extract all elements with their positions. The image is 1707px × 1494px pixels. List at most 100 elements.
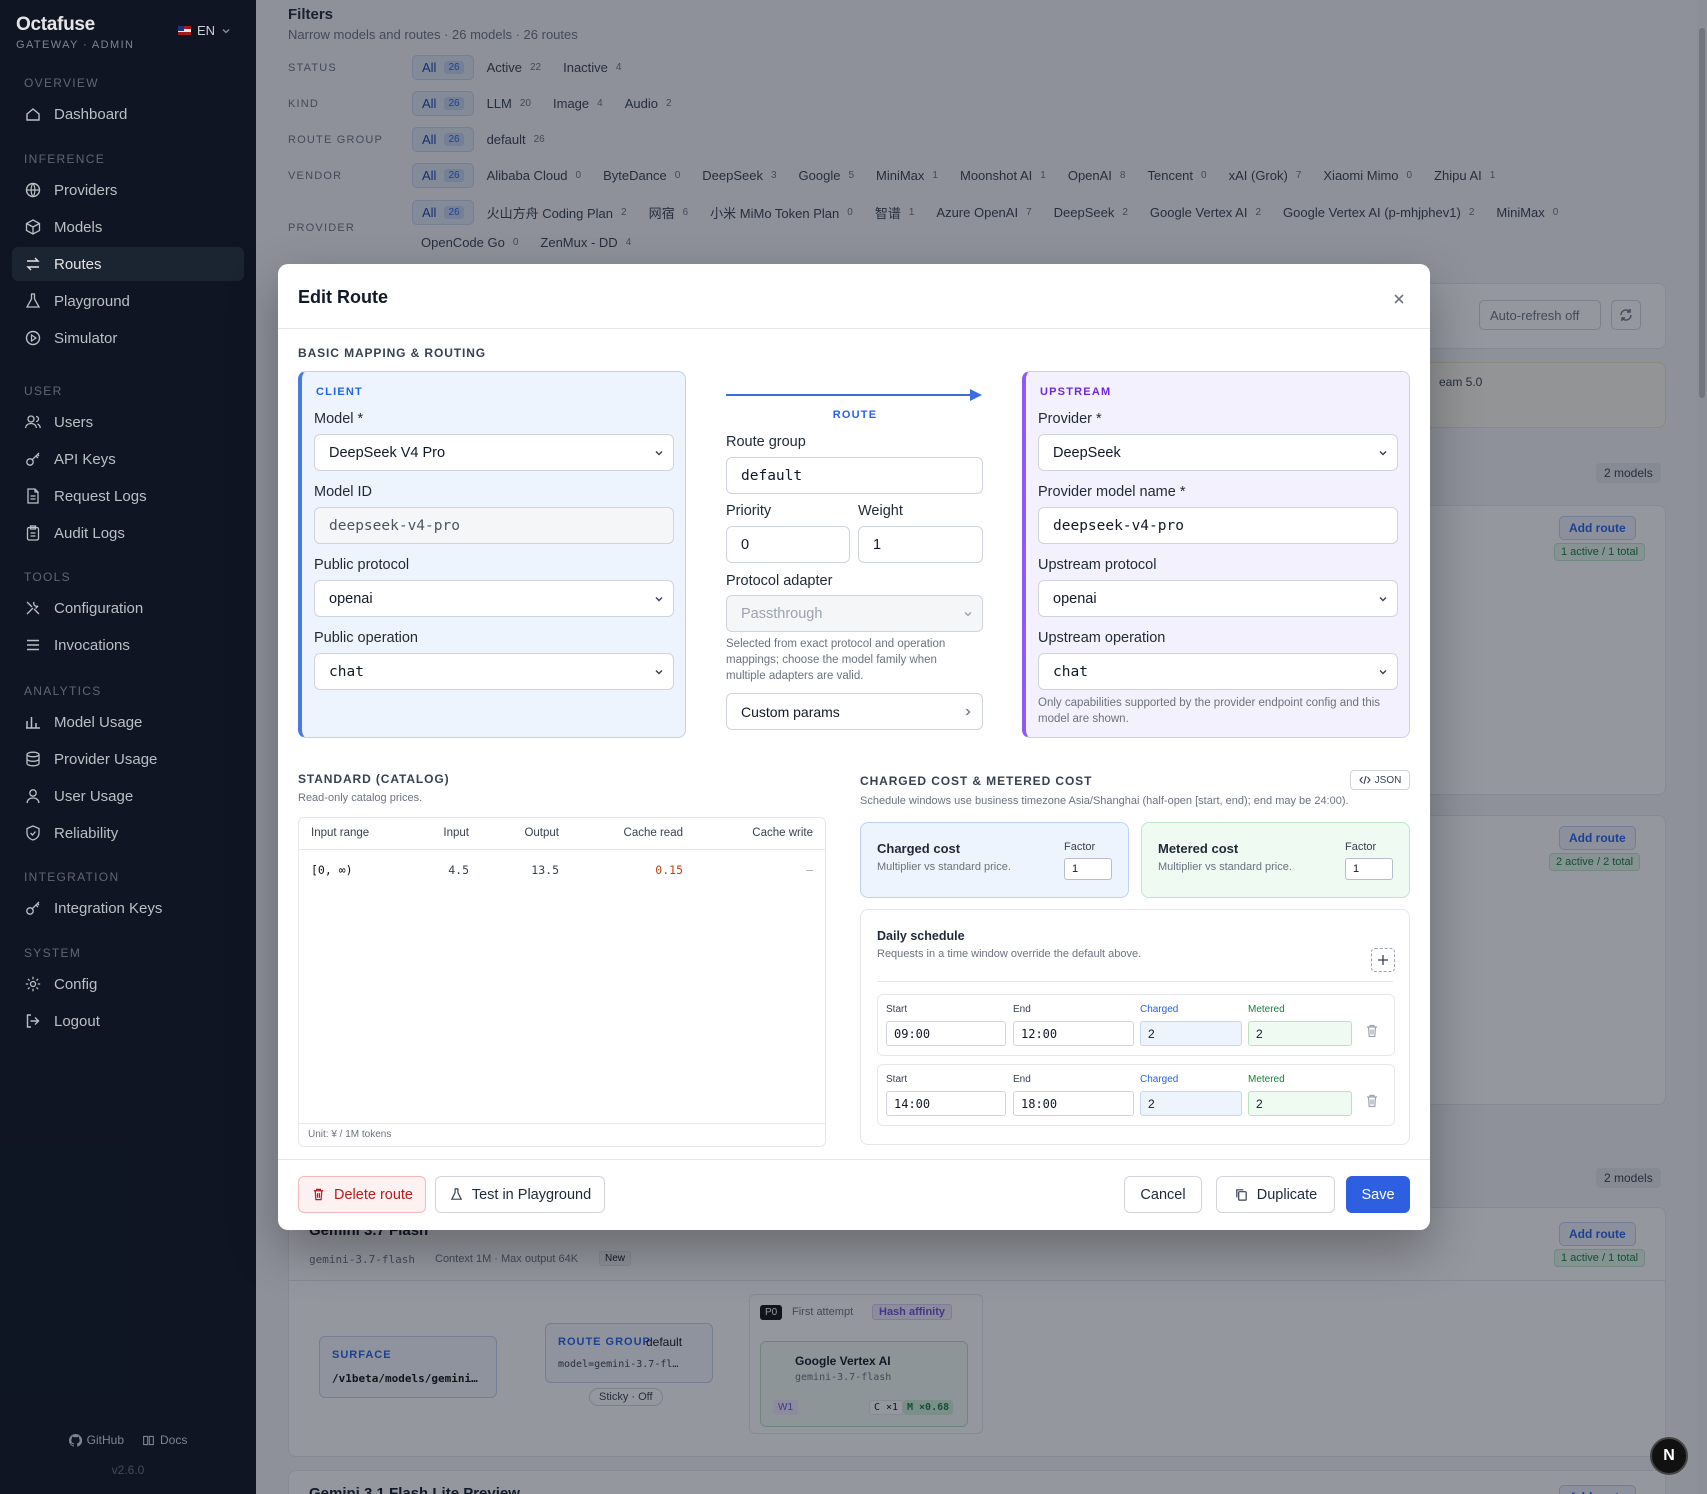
cost-subtitle: Schedule windows use business timezone A…	[860, 795, 1349, 807]
metered-factor-input[interactable]: 1	[1345, 858, 1393, 880]
public-operation-select[interactable]: chat	[314, 653, 674, 690]
chevron-down-icon	[655, 597, 663, 602]
upstream-operation-label: Upstream operation	[1038, 630, 1166, 646]
protocol-adapter-value: Passthrough	[741, 605, 823, 622]
dialog-title: Edit Route	[298, 287, 388, 307]
daily-schedule: Daily schedule Requests in a time window…	[860, 909, 1410, 1145]
catalog-subtitle: Read-only catalog prices.	[298, 792, 423, 804]
protocol-adapter-select: Passthrough	[726, 595, 983, 632]
charged-factor-label: Factor	[1064, 841, 1096, 853]
schedule-charged-input[interactable]: 2	[1140, 1091, 1242, 1116]
route-group-label: Route group	[726, 434, 806, 450]
json-label: JSON	[1374, 774, 1402, 786]
schedule-end-input[interactable]: 12:00	[1013, 1021, 1134, 1046]
provider-model-value: deepseek-v4-pro	[1053, 517, 1184, 534]
upstream-tag: UPSTREAM	[1040, 386, 1112, 398]
delete-route-button[interactable]: Delete route	[298, 1176, 426, 1213]
close-icon[interactable]	[1388, 288, 1410, 310]
route-tag: ROUTE	[832, 409, 878, 421]
metered-cost-card: Metered cost Multiplier vs standard pric…	[1141, 822, 1410, 898]
upstream-operation-select[interactable]: chat	[1038, 653, 1398, 690]
col-input-range: Input range	[311, 827, 370, 839]
cancel-label: Cancel	[1140, 1186, 1186, 1203]
provider-select-value: DeepSeek	[1053, 444, 1121, 461]
trash-icon[interactable]	[1364, 1023, 1380, 1039]
add-window-button[interactable]	[1371, 948, 1395, 972]
trash-icon	[313, 1188, 324, 1201]
schedule-metered-input[interactable]: 2	[1248, 1021, 1352, 1046]
divider	[278, 328, 1430, 329]
duplicate-label: Duplicate	[1256, 1186, 1318, 1203]
schedule-window-row: Start 09:00 End 12:00 Charged 2 Metered 2	[877, 994, 1395, 1056]
cell-input: 4.5	[448, 863, 469, 877]
provider-label: Provider *	[1038, 411, 1102, 427]
col-cache-write: Cache write	[752, 827, 813, 839]
next-devtools-badge[interactable]: N	[1650, 1437, 1688, 1475]
upstream-protocol-value: openai	[1053, 590, 1097, 607]
cost-heading: CHARGED COST & METERED COST	[860, 774, 1093, 788]
protocol-adapter-label: Protocol adapter	[726, 573, 833, 589]
schedule-subtitle: Requests in a time window override the d…	[877, 948, 1142, 960]
upstream-operation-hint: Only capabilities supported by the provi…	[1038, 697, 1381, 725]
provider-model-label: Provider model name *	[1038, 484, 1186, 500]
upstream-panel: UPSTREAM Provider * DeepSeek Provider mo…	[1022, 371, 1410, 738]
chevron-right-icon	[966, 708, 971, 716]
schedule-end-label: End	[1013, 1074, 1031, 1085]
schedule-charged-input[interactable]: 2	[1140, 1021, 1242, 1046]
weight-value: 1	[873, 536, 882, 553]
public-protocol-select[interactable]: openai	[314, 580, 674, 617]
charged-cost-card: Charged cost Multiplier vs standard pric…	[860, 822, 1129, 898]
trash-icon[interactable]	[1364, 1093, 1380, 1109]
catalog-heading: STANDARD (CATALOG)	[298, 772, 450, 786]
schedule-metered-input[interactable]: 2	[1248, 1091, 1352, 1116]
public-operation-value: chat	[329, 663, 364, 680]
schedule-start-input[interactable]: 14:00	[886, 1091, 1006, 1116]
schedule-end-input[interactable]: 18:00	[1013, 1091, 1134, 1116]
model-id-field: deepseek-v4-pro	[314, 507, 674, 544]
schedule-metered-label: Metered	[1248, 1074, 1285, 1085]
cell-cache-read: 0.15	[655, 863, 683, 877]
duplicate-button[interactable]: Duplicate	[1216, 1176, 1335, 1213]
schedule-title: Daily schedule	[877, 929, 965, 943]
provider-model-input[interactable]: deepseek-v4-pro	[1038, 507, 1398, 544]
code-icon	[1358, 775, 1371, 785]
custom-params-label: Custom params	[741, 703, 840, 720]
public-protocol-value: openai	[329, 590, 373, 607]
provider-select[interactable]: DeepSeek	[1038, 434, 1398, 471]
test-in-playground-button[interactable]: Test in Playground	[435, 1176, 605, 1213]
metered-cost-title: Metered cost	[1158, 841, 1239, 856]
charged-cost-subtitle: Multiplier vs standard price.	[877, 861, 1011, 873]
public-protocol-label: Public protocol	[314, 557, 410, 573]
col-cache-read: Cache read	[623, 827, 683, 839]
divider	[278, 1159, 1430, 1160]
model-id-label: Model ID	[314, 484, 373, 500]
chevron-down-icon	[1379, 597, 1387, 602]
save-button[interactable]: Save	[1346, 1176, 1410, 1213]
col-input: Input	[443, 827, 469, 839]
chevron-down-icon	[1379, 670, 1387, 675]
chevron-down-icon	[655, 451, 663, 456]
schedule-charged-label: Charged	[1140, 1004, 1179, 1015]
chevron-down-icon	[655, 670, 663, 675]
catalog-table: Input range Input Output Cache read Cach…	[298, 817, 826, 1147]
model-select[interactable]: DeepSeek V4 Pro	[314, 434, 674, 471]
charged-factor-input[interactable]: 1	[1064, 858, 1112, 880]
json-button[interactable]: JSON	[1350, 770, 1410, 790]
upstream-protocol-select[interactable]: openai	[1038, 580, 1398, 617]
cancel-button[interactable]: Cancel	[1124, 1176, 1202, 1213]
priority-input[interactable]: 0	[726, 526, 850, 563]
schedule-metered-label: Metered	[1248, 1004, 1285, 1015]
priority-value: 0	[741, 536, 750, 553]
upstream-protocol-label: Upstream protocol	[1038, 557, 1157, 573]
weight-input[interactable]: 1	[858, 526, 983, 563]
save-label: Save	[1361, 1186, 1395, 1203]
upstream-operation-value: chat	[1053, 663, 1088, 680]
catalog-table-header: Input range Input Output Cache read Cach…	[299, 818, 825, 850]
route-group-input[interactable]: default	[726, 457, 983, 494]
custom-params-button[interactable]: Custom params	[726, 693, 983, 730]
flask-icon	[450, 1188, 463, 1200]
modal-backdrop-side	[0, 0, 256, 1494]
edit-route-dialog: Edit Route BASIC MAPPING & ROUTING CLIEN…	[278, 264, 1430, 1230]
schedule-start-input[interactable]: 09:00	[886, 1021, 1006, 1046]
basic-mapping-heading: BASIC MAPPING & ROUTING	[298, 346, 487, 360]
